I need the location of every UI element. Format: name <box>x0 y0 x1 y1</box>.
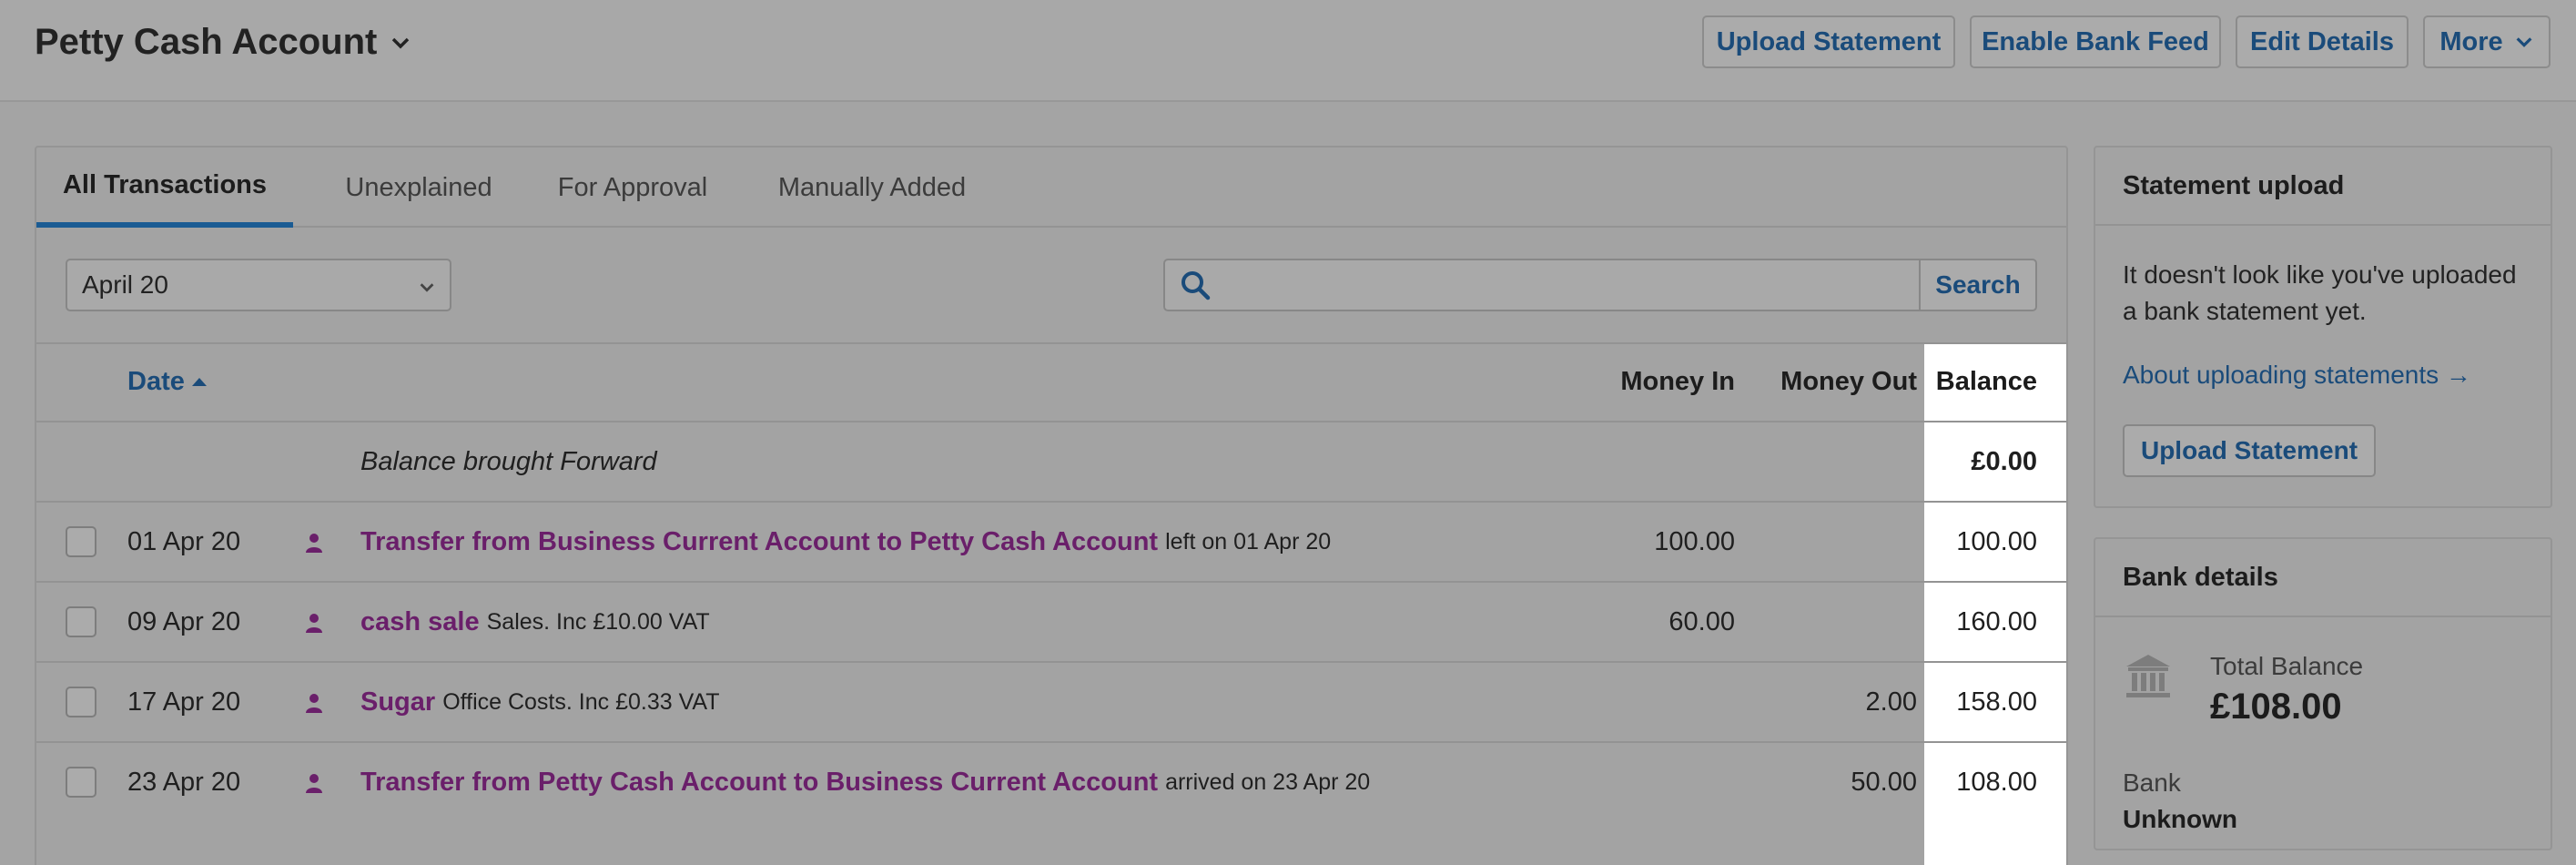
upload-statement-button[interactable]: Upload Statement <box>1702 15 1955 68</box>
table-row: 17 Apr 20 Sugar Office Costs. Inc £0.33 … <box>36 661 2066 741</box>
row-money-in <box>1529 743 1735 821</box>
sort-ascending-icon <box>191 378 207 386</box>
statement-upload-title: Statement upload <box>2095 148 2551 226</box>
row-money-out <box>1735 503 1917 581</box>
row-description: Sugar Office Costs. Inc £0.33 VAT <box>360 663 719 741</box>
balance-column-header: Balance <box>1935 366 2037 396</box>
statement-upload-button[interactable]: Upload Statement <box>2123 424 2376 477</box>
transaction-detail: left on 01 Apr 20 <box>1165 528 1332 555</box>
table-row: 09 Apr 20 cash sale Sales. Inc £10.00 VA… <box>36 581 2066 661</box>
row-description: cash sale Sales. Inc £10.00 VAT <box>360 583 710 661</box>
money-out-column-header: Money Out <box>1780 366 1917 396</box>
search-box <box>1163 259 1921 311</box>
transaction-tabs: All Transactions Unexplained For Approva… <box>36 148 2066 228</box>
row-balance: 160.00 <box>1956 606 2037 636</box>
brought-forward-label: Balance brought Forward <box>360 446 657 476</box>
table-row: 01 Apr 20 Transfer from Business Current… <box>36 501 2066 581</box>
date-column-header[interactable]: Date <box>127 342 208 421</box>
table-row: 23 Apr 20 Transfer from Petty Cash Accou… <box>36 741 2066 821</box>
bank-label: Bank <box>2123 768 2181 797</box>
page-header: Petty Cash Account Upload Statement Enab… <box>0 0 2576 102</box>
bank-icon <box>2126 655 2170 697</box>
search-input[interactable] <box>1222 262 1895 308</box>
person-icon <box>306 614 322 633</box>
row-balance: 100.00 <box>1956 526 2037 556</box>
brought-forward-balance: £0.00 <box>1971 446 2037 476</box>
row-money-out <box>1735 583 1917 661</box>
row-description: Transfer from Petty Cash Account to Busi… <box>360 743 1370 821</box>
row-balance: 108.00 <box>1956 767 2037 797</box>
chevron-down-icon <box>420 283 434 292</box>
account-title: Petty Cash Account <box>35 22 378 62</box>
more-menu-button[interactable]: More <box>2423 15 2551 68</box>
transaction-link[interactable]: Transfer from Petty Cash Account to Busi… <box>360 768 1158 798</box>
row-checkbox[interactable] <box>66 526 96 557</box>
month-select[interactable]: April 20 <box>66 259 451 311</box>
money-in-column-header: Money In <box>1620 366 1735 396</box>
account-title-dropdown[interactable]: Petty Cash Account <box>35 22 411 63</box>
row-money-in: 60.00 <box>1668 606 1735 636</box>
total-balance-value: £108.00 <box>2210 687 2342 727</box>
row-description: Transfer from Business Current Account t… <box>360 503 1331 581</box>
row-date: 09 Apr 20 <box>127 606 241 636</box>
row-date: 01 Apr 20 <box>127 526 241 556</box>
row-date: 23 Apr 20 <box>127 767 241 797</box>
row-checkbox[interactable] <box>66 606 96 637</box>
edit-details-button[interactable]: Edit Details <box>2236 15 2409 68</box>
chevron-down-icon <box>392 37 410 48</box>
search-icon <box>1182 271 1211 300</box>
row-money-in: 100.00 <box>1654 526 1735 556</box>
person-icon <box>306 534 322 553</box>
tab-unexplained[interactable]: Unexplained <box>320 148 517 228</box>
tab-all-transactions[interactable]: All Transactions <box>36 148 293 228</box>
transaction-detail: Office Costs. Inc £0.33 VAT <box>442 688 720 715</box>
transaction-link[interactable]: Transfer from Business Current Account t… <box>360 527 1158 557</box>
person-icon <box>306 694 322 713</box>
person-icon <box>306 774 322 793</box>
enable-bank-feed-button[interactable]: Enable Bank Feed <box>1970 15 2221 68</box>
month-select-value: April 20 <box>82 270 168 299</box>
search-button[interactable]: Search <box>1919 259 2037 311</box>
statement-upload-message: It doesn't look like you've uploaded a b… <box>2123 260 2517 325</box>
chevron-down-icon <box>2516 37 2532 47</box>
row-money-out: 50.00 <box>1851 767 1917 797</box>
about-uploading-statements-link[interactable]: About uploading statements → <box>2123 361 2471 390</box>
transaction-link[interactable]: Sugar <box>360 687 435 717</box>
transaction-link[interactable]: cash sale <box>360 607 480 637</box>
transaction-detail: arrived on 23 Apr 20 <box>1165 768 1371 795</box>
bank-details-title: Bank details <box>2095 539 2551 617</box>
row-checkbox[interactable] <box>66 687 96 717</box>
row-money-in <box>1529 663 1735 741</box>
bank-name-value: Unknown <box>2123 805 2237 833</box>
total-balance-label: Total Balance <box>2210 652 2364 680</box>
transactions-panel: All Transactions Unexplained For Approva… <box>35 146 2068 865</box>
transaction-detail: Sales. Inc £10.00 VAT <box>486 608 710 635</box>
bank-details-card: Bank details Total Balance £108.00 Bank … <box>2094 537 2552 850</box>
row-checkbox[interactable] <box>66 767 96 798</box>
tab-for-approval[interactable]: For Approval <box>528 148 737 228</box>
tab-manually-added[interactable]: Manually Added <box>748 148 996 228</box>
row-balance: 158.00 <box>1956 687 2037 717</box>
statement-upload-card: Statement upload It doesn't look like yo… <box>2094 146 2552 508</box>
row-date: 17 Apr 20 <box>127 687 241 717</box>
balance-brought-forward-row: Balance brought Forward £0.00 <box>36 421 2066 501</box>
row-money-out: 2.00 <box>1865 687 1917 717</box>
